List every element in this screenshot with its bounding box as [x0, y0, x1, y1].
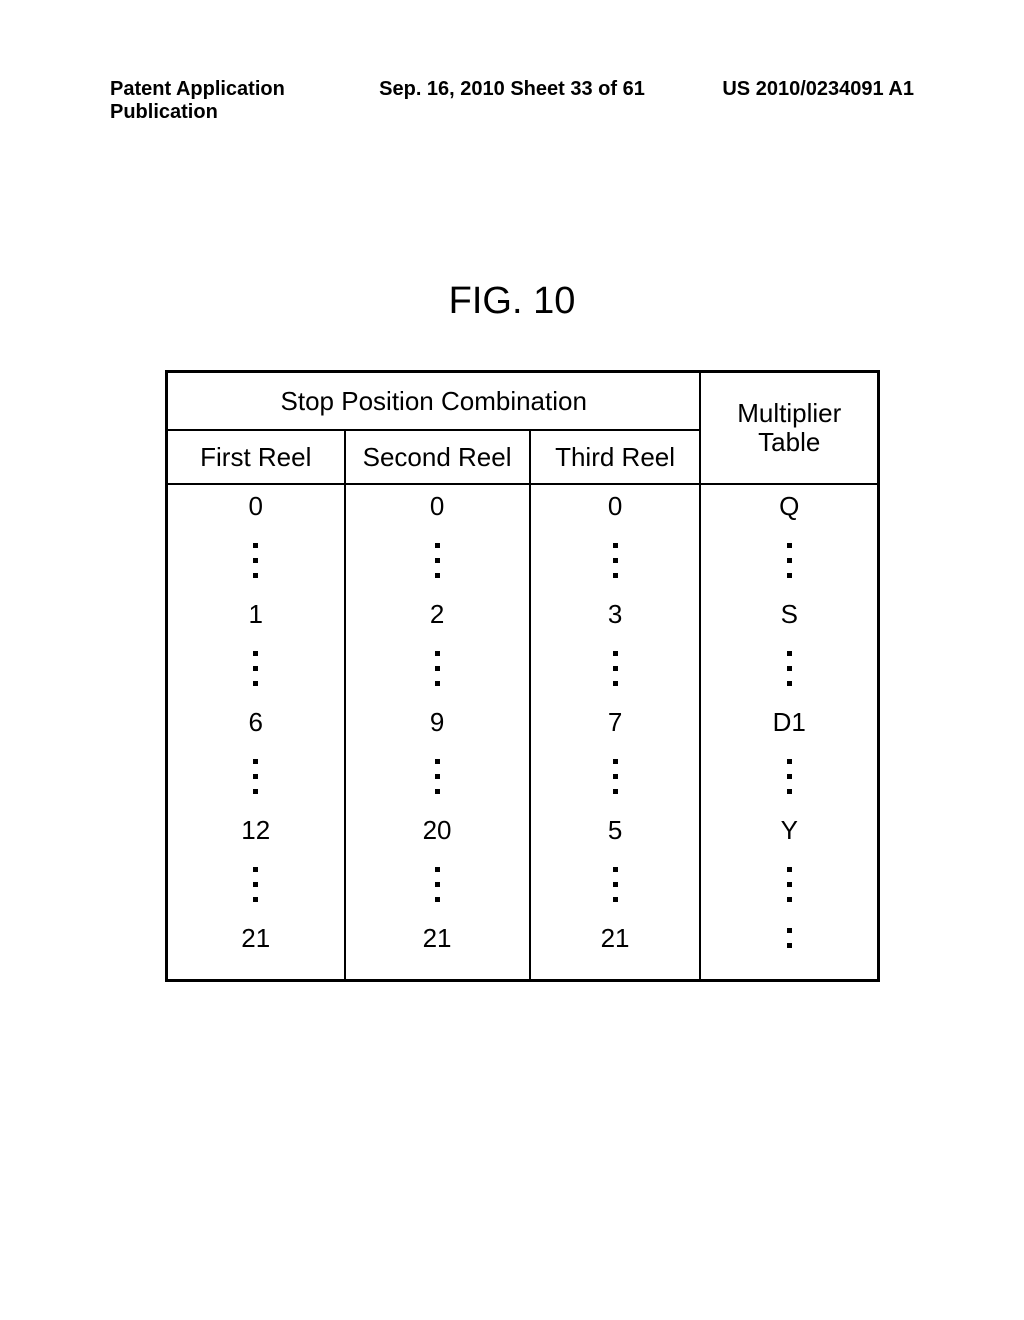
ellipsis-icon [168, 743, 344, 809]
table-row: 21 21 21 [167, 917, 879, 959]
ellipsis-icon [702, 918, 876, 958]
cell-first-reel: 21 [167, 917, 345, 959]
ellipsis-icon [701, 743, 877, 809]
header-multiplier-line1: Multiplier [737, 398, 841, 428]
ellipsis-icon [346, 851, 529, 917]
ellipsis-row [167, 635, 879, 701]
cell-first-reel: 0 [167, 484, 345, 527]
ellipsis-row [167, 851, 879, 917]
cell-multiplier: D1 [700, 701, 878, 743]
cell-second-reel: 9 [345, 701, 530, 743]
ellipsis-icon [346, 527, 529, 593]
ellipsis-row [167, 527, 879, 593]
cell-multiplier: Y [700, 809, 878, 851]
ellipsis-icon [701, 851, 877, 917]
cell-second-reel: 2 [345, 593, 530, 635]
table-row: 6 9 7 D1 [167, 701, 879, 743]
cell-second-reel: 0 [345, 484, 530, 527]
figure-table: Stop Position Combination Multiplier Tab… [165, 370, 880, 982]
ellipsis-icon [701, 527, 877, 593]
header-multiplier-table: Multiplier Table [700, 372, 878, 485]
cell-third-reel: 7 [530, 701, 701, 743]
header-center: Sep. 16, 2010 Sheet 33 of 61 [378, 78, 646, 124]
cell-first-reel: 12 [167, 809, 345, 851]
cell-second-reel: 21 [345, 917, 530, 959]
cell-multiplier: Q [700, 484, 878, 527]
ellipsis-icon [531, 851, 700, 917]
cell-third-reel: 21 [530, 917, 701, 959]
cell-multiplier: S [700, 593, 878, 635]
table-row-pad [167, 959, 879, 981]
cell-first-reel: 1 [167, 593, 345, 635]
header-left: Patent Application Publication [110, 78, 378, 124]
ellipsis-icon [701, 635, 877, 701]
header-right: US 2010/0234091 A1 [646, 78, 914, 124]
header-multiplier-line2: Table [758, 427, 820, 457]
ellipsis-icon [531, 635, 700, 701]
ellipsis-icon [346, 743, 529, 809]
table-row: 0 0 0 Q [167, 484, 879, 527]
ellipsis-icon [168, 851, 344, 917]
figure-title: FIG. 10 [0, 280, 1024, 323]
cell-third-reel: 0 [530, 484, 701, 527]
cell-multiplier [700, 917, 878, 959]
ellipsis-icon [168, 635, 344, 701]
cell-first-reel: 6 [167, 701, 345, 743]
header-stop-position-combination: Stop Position Combination [167, 372, 701, 431]
header-third-reel: Third Reel [530, 430, 701, 484]
cell-second-reel: 20 [345, 809, 530, 851]
ellipsis-icon [168, 527, 344, 593]
cell-third-reel: 5 [530, 809, 701, 851]
ellipsis-icon [346, 635, 529, 701]
ellipsis-row [167, 743, 879, 809]
page-header: Patent Application Publication Sep. 16, … [110, 78, 914, 124]
header-second-reel: Second Reel [345, 430, 530, 484]
table-row: 12 20 5 Y [167, 809, 879, 851]
header-first-reel: First Reel [167, 430, 345, 484]
cell-third-reel: 3 [530, 593, 701, 635]
table-row: 1 2 3 S [167, 593, 879, 635]
ellipsis-icon [531, 527, 700, 593]
ellipsis-icon [531, 743, 700, 809]
